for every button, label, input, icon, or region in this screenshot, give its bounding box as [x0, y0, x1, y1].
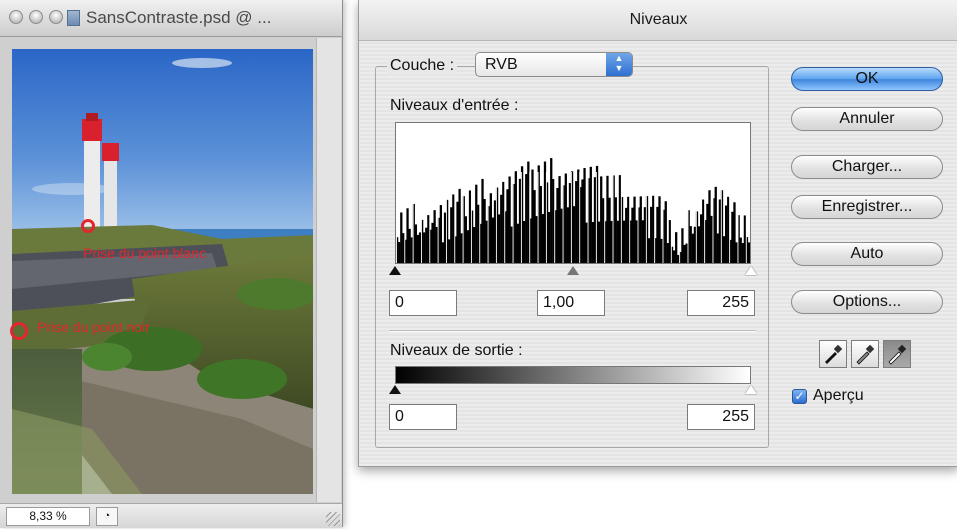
input-gamma-field[interactable]: 1,00 [537, 290, 605, 316]
output-white-slider-handle[interactable] [745, 385, 757, 394]
channel-select[interactable]: RVB ▲ ▼ [475, 52, 633, 77]
zoom-window-button[interactable] [49, 10, 63, 24]
black-point-annotation: Prise du point noir [37, 319, 150, 335]
preview-checkbox[interactable]: ✓ [792, 389, 807, 404]
minimize-window-button[interactable] [29, 10, 43, 24]
load-button[interactable]: Charger... [791, 155, 943, 179]
options-button[interactable]: Options... [791, 290, 943, 314]
output-gradient-bar [395, 366, 751, 384]
white-point-annotation: Prise du point blanc [83, 245, 206, 261]
dialog-titlebar[interactable]: Niveaux [359, 0, 957, 41]
output-black-slider-handle[interactable] [389, 385, 401, 394]
channel-label: Couche : [387, 57, 458, 75]
input-levels-slider[interactable] [389, 266, 757, 280]
input-levels-label: Niveaux d'entrée : [390, 97, 519, 114]
channel-select-value: RVB [485, 56, 518, 73]
input-black-slider-handle[interactable] [389, 266, 401, 275]
ok-button[interactable]: OK [791, 67, 943, 91]
separator [389, 330, 756, 332]
output-white-field[interactable]: 255 [687, 404, 755, 430]
cancel-button[interactable]: Annuler [791, 107, 943, 131]
histogram-graph [396, 158, 750, 263]
input-black-field[interactable]: 0 [389, 290, 457, 316]
dialog-title: Niveaux [629, 11, 688, 28]
resize-grip-icon[interactable] [326, 512, 340, 526]
white-point-marker-icon [81, 219, 95, 233]
black-point-eyedropper-icon[interactable] [819, 340, 847, 368]
save-button[interactable]: Enregistrer... [791, 195, 943, 219]
input-white-field[interactable]: 255 [687, 290, 755, 316]
document-title: SansContraste.psd @ ... [86, 8, 272, 27]
checkmark-icon: ✓ [794, 389, 805, 403]
status-menu-icon[interactable]: ◔ [96, 507, 118, 526]
histogram [395, 122, 751, 264]
status-bar: 8,33 % ◔ [0, 503, 342, 528]
white-point-eyedropper-icon[interactable] [883, 340, 911, 368]
black-point-marker-icon [10, 322, 28, 340]
preview-label: Aperçu [813, 387, 864, 404]
input-white-slider-handle[interactable] [745, 266, 757, 275]
gray-point-eyedropper-icon[interactable] [851, 340, 879, 368]
input-gamma-slider-handle[interactable] [567, 266, 579, 275]
output-black-field[interactable]: 0 [389, 404, 457, 430]
psd-file-icon [67, 10, 80, 26]
vertical-scrollbar[interactable] [316, 38, 341, 502]
document-titlebar[interactable]: SansContraste.psd @ ... [0, 0, 342, 37]
document-window: SansContraste.psd @ ... Prise du point b… [0, 0, 343, 528]
eyedropper-group [819, 340, 911, 368]
output-levels-label: Niveaux de sortie : [390, 342, 523, 359]
close-window-button[interactable] [9, 10, 23, 24]
document-canvas[interactable]: Prise du point blanc [12, 49, 313, 494]
auto-button[interactable]: Auto [791, 242, 943, 266]
select-arrows-icon: ▲ ▼ [606, 53, 632, 76]
output-levels-slider[interactable] [389, 385, 757, 399]
levels-dialog: Niveaux Couche : RVB ▲ ▼ Niveaux d'entrée… [358, 0, 957, 467]
lighthouse-photo [12, 49, 313, 494]
zoom-level-field[interactable]: 8,33 % [6, 507, 90, 526]
